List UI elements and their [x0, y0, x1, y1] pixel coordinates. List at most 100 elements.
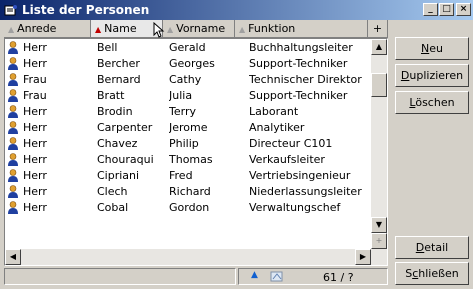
cell-vorname: Julia [169, 89, 193, 102]
close-button[interactable]: × [456, 3, 471, 16]
detail-button[interactable]: Detail [395, 236, 469, 259]
minimize-button[interactable]: _ [423, 3, 438, 16]
cell-anrede: Frau [23, 73, 47, 86]
cell-name: Bernard [97, 73, 141, 86]
cell-anrede: Herr [23, 185, 47, 198]
cell-funktion: Vertriebsingenieur [249, 169, 351, 182]
scroll-down-button[interactable]: ▼ [371, 217, 387, 233]
sort-arrow-icon: ▲ [8, 25, 15, 34]
cell-funktion: Verkaufsleiter [249, 153, 325, 166]
cell-name: Clech [97, 185, 128, 198]
title-bar[interactable]: Liste der Personen _ □ × [0, 0, 473, 20]
sync-icon [270, 271, 283, 282]
scroll-up-button[interactable]: ▲ [371, 39, 387, 55]
cell-funktion: Buchhaltungsleiter [249, 41, 353, 54]
mouse-cursor-icon [153, 22, 165, 38]
cell-anrede: Herr [23, 41, 47, 54]
maximize-button[interactable]: □ [439, 3, 454, 16]
cell-vorname: Jerome [169, 121, 208, 134]
sort-arrow-icon: ▲ [239, 25, 246, 34]
status-bar: ▲ 61 / ? [4, 267, 388, 286]
add-row-icon[interactable]: + [371, 233, 387, 249]
cell-name: Bercher [97, 57, 140, 70]
person-icon [8, 153, 18, 166]
cell-name: Bratt [97, 89, 125, 102]
cell-funktion: Technischer Direktor [249, 73, 362, 86]
cell-anrede: Frau [23, 89, 47, 102]
cell-funktion: Niederlassungsleiter [249, 185, 362, 198]
column-header-anrede[interactable]: ▲ Anrede [4, 20, 91, 38]
person-list-window: Liste der Personen _ □ × Herr Bell Gerald B… [0, 0, 473, 289]
cell-anrede: Herr [23, 57, 47, 70]
cell-vorname: Philip [169, 137, 199, 150]
sort-order-icon: ▲ [251, 270, 258, 280]
cell-anrede: Herr [23, 121, 47, 134]
grid-header: ▲ Anrede ▲ Name ▲ Vorname ▲ Funktion + [4, 20, 388, 38]
cell-anrede: Herr [23, 169, 47, 182]
vertical-scrollbar[interactable]: ▲ ▼ + [371, 39, 387, 265]
record-count: 61 / ? [323, 271, 354, 284]
cell-vorname: Gordon [169, 201, 210, 214]
delete-button[interactable]: Löschen [395, 91, 469, 114]
person-icon [8, 41, 18, 54]
table-row[interactable]: Herr Carpenter Jerome Analytiker [5, 120, 369, 136]
table-row[interactable]: Herr Chavez Philip Directeur C101 [5, 136, 369, 152]
cell-name: Cobal [97, 201, 129, 214]
cell-funktion: Support-Techniker [249, 57, 348, 70]
person-icon [8, 57, 18, 70]
scroll-left-button[interactable]: ◀ [5, 249, 21, 265]
window-title: Liste der Personen [22, 3, 150, 17]
table-row[interactable]: Herr Bercher Georges Support-Techniker [5, 56, 369, 72]
new-button[interactable]: Neu [395, 37, 469, 60]
person-icon [8, 73, 18, 86]
cell-funktion: Directeur C101 [249, 137, 333, 150]
table-row[interactable]: Herr Chouraqui Thomas Verkaufsleiter [5, 152, 369, 168]
person-icon [8, 169, 18, 182]
cell-name: Carpenter [97, 121, 153, 134]
person-icon [8, 137, 18, 150]
cell-anrede: Herr [23, 137, 47, 150]
cell-funktion: Analytiker [249, 121, 305, 134]
cell-vorname: Terry [169, 105, 196, 118]
table-row[interactable]: Frau Bernard Cathy Technischer Direktor [5, 72, 369, 88]
close-dialog-button[interactable]: Schließen [395, 262, 469, 285]
add-column-button[interactable]: + [368, 20, 388, 38]
cell-name: Bell [97, 41, 118, 54]
cell-anrede: Herr [23, 153, 47, 166]
table-row[interactable]: Herr Brodin Terry Laborant [5, 104, 369, 120]
cell-funktion: Support-Techniker [249, 89, 348, 102]
person-icon [8, 185, 18, 198]
table-row[interactable]: Herr Clech Richard Niederlassungsleiter [5, 184, 369, 200]
scroll-right-button[interactable]: ▶ [355, 249, 371, 265]
status-field-right: ▲ 61 / ? [238, 268, 388, 285]
person-icon [8, 201, 18, 214]
table-row[interactable]: Herr Bell Gerald Buchhaltungsleiter [5, 40, 369, 56]
cell-vorname: Richard [169, 185, 211, 198]
cell-name: Cipriani [97, 169, 140, 182]
cell-funktion: Laborant [249, 105, 299, 118]
table-row[interactable]: Frau Bratt Julia Support-Techniker [5, 88, 369, 104]
person-list-icon [4, 5, 17, 16]
column-header-vorname[interactable]: ▲ Vorname [163, 20, 235, 38]
sort-arrow-icon: ▲ [95, 25, 102, 34]
cell-vorname: Cathy [169, 73, 202, 86]
cell-vorname: Fred [169, 169, 193, 182]
duplicate-button[interactable]: Duplizieren [395, 64, 469, 87]
vertical-scroll-thumb[interactable] [371, 73, 387, 97]
cell-funktion: Verwaltungschef [249, 201, 341, 214]
cell-anrede: Herr [23, 105, 47, 118]
cell-name: Chouraqui [97, 153, 154, 166]
cell-name: Brodin [97, 105, 133, 118]
cell-vorname: Gerald [169, 41, 206, 54]
cell-anrede: Herr [23, 201, 47, 214]
table-row[interactable]: Herr Cipriani Fred Vertriebsingenieur [5, 168, 369, 184]
horizontal-scrollbar[interactable]: ◀ ▶ [5, 249, 371, 265]
cell-name: Chavez [97, 137, 138, 150]
column-header-funktion[interactable]: ▲ Funktion [235, 20, 368, 38]
cell-vorname: Georges [169, 57, 215, 70]
person-icon [8, 105, 18, 118]
cell-vorname: Thomas [169, 153, 213, 166]
table-row[interactable]: Herr Cobal Gordon Verwaltungschef [5, 200, 369, 216]
person-grid: Herr Bell Gerald Buchhaltungsleiter Herr Berc… [4, 38, 388, 266]
sort-arrow-icon: ▲ [167, 25, 174, 34]
